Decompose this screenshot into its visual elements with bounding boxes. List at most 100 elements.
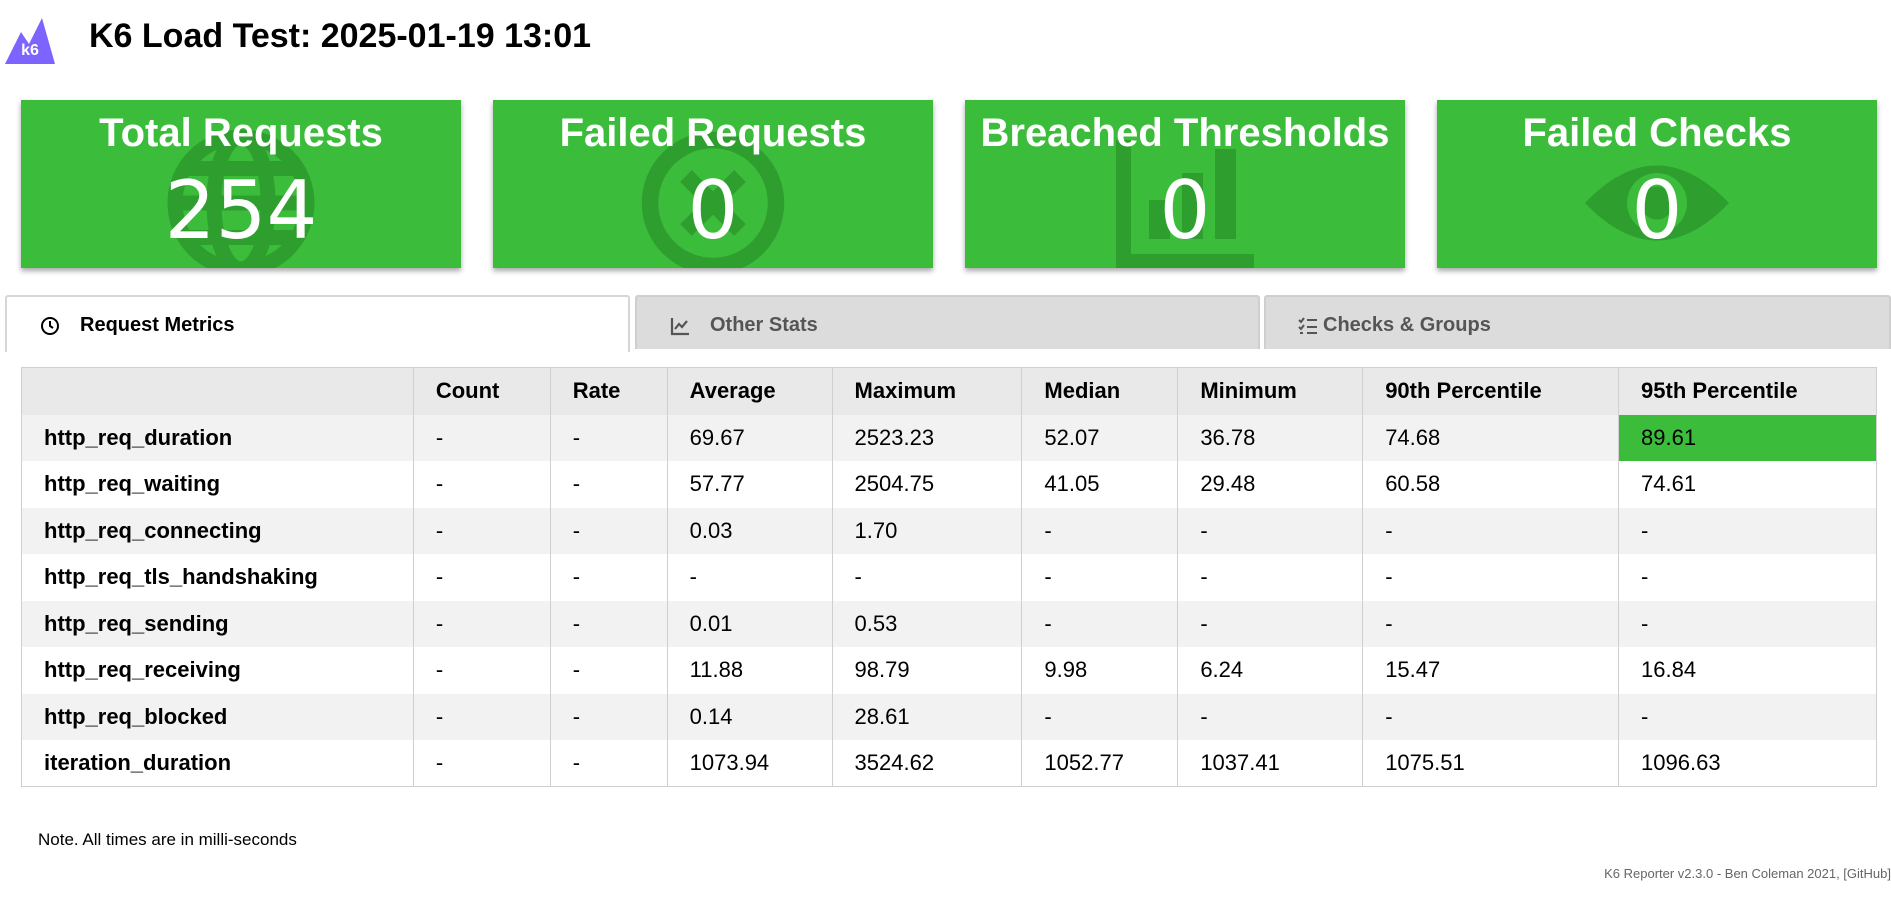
metric-value-cell: 3524.62 <box>831 740 1022 787</box>
metric-value-cell: - <box>549 554 668 601</box>
request-metrics-table: Count Rate Average Maximum Median Minimu… <box>21 367 1877 787</box>
metric-value-cell: 1037.41 <box>1177 740 1363 787</box>
metric-value-cell: 98.79 <box>831 647 1022 694</box>
table-header-row: Count Rate Average Maximum Median Minimu… <box>21 367 1877 415</box>
metric-value-cell: - <box>1618 600 1877 647</box>
table-row: http_req_blocked - -0.14 28.61- - - - <box>21 693 1877 740</box>
metric-value-cell: 1.70 <box>831 507 1022 554</box>
metric-value-cell: 1073.94 <box>666 740 833 787</box>
card-value: 0 <box>1159 164 1211 257</box>
column-header: 90th Percentile <box>1362 367 1619 415</box>
column-header: Maximum <box>831 367 1022 415</box>
metric-value-cell: 36.78 <box>1177 414 1363 461</box>
tab-bar: Request Metrics Other Stats Checks & Gro… <box>5 295 1891 352</box>
metric-value-cell: 28.61 <box>831 693 1022 740</box>
tab-checks-groups[interactable]: Checks & Groups <box>1264 295 1891 349</box>
metric-value-cell: 16.84 <box>1618 647 1877 694</box>
table-row: http_req_tls_handshaking - - - - - - - - <box>21 554 1877 601</box>
metric-value-cell: 1075.51 <box>1362 740 1619 787</box>
metric-value-cell: 0.03 <box>666 507 833 554</box>
metric-name-cell: http_req_receiving <box>44 657 241 683</box>
tab-request-metrics[interactable]: Request Metrics <box>5 295 630 352</box>
checklist-icon <box>1298 317 1317 334</box>
metric-value-cell: 29.48 <box>1177 461 1363 508</box>
metric-name-cell: iteration_duration <box>44 750 232 775</box>
tab-label: Checks & Groups <box>1323 314 1491 336</box>
metric-value-cell: 41.05 <box>1021 461 1178 508</box>
page-header: k6 K6 Load Test: 2025-01-19 13:01 <box>0 0 1891 80</box>
metric-value-cell: - <box>1618 693 1877 740</box>
metric-value-cell: 69.67 <box>666 414 833 461</box>
total-requests-card: Total Requests 254 <box>21 100 461 268</box>
failed-checks-card: Failed Checks 0 <box>1437 100 1877 268</box>
metric-name-cell: http_req_blocked <box>44 703 228 729</box>
metric-value-cell: - <box>1021 600 1178 647</box>
metric-value-cell: - <box>549 507 668 554</box>
metric-value-cell: - <box>1362 693 1619 740</box>
card-title: Failed Checks <box>1522 111 1792 155</box>
metric-value-cell: 60.58 <box>1362 461 1619 508</box>
metric-value-cell: 9.98 <box>1021 647 1178 694</box>
metric-value-cell: - <box>549 414 668 461</box>
table-row: http_req_waiting - -57.77 2504.75 41.05 29.48… <box>21 461 1877 508</box>
metric-value-cell: - <box>412 507 551 554</box>
metric-value-cell: 2504.75 <box>831 461 1022 508</box>
metric-value-cell: 0.01 <box>666 600 833 647</box>
metric-value-cell: - <box>549 740 668 787</box>
metric-value-cell: - <box>1021 507 1178 554</box>
card-title: Breached Thresholds <box>980 111 1390 155</box>
metric-value-cell: 2523.23 <box>831 414 1022 461</box>
tab-other-stats[interactable]: Other Stats <box>635 295 1260 349</box>
metric-name-cell: http_req_waiting <box>44 471 221 497</box>
metric-value-cell: - <box>412 740 551 787</box>
card-title: Failed Requests <box>559 111 867 155</box>
metric-value-cell: 0.14 <box>666 693 833 740</box>
metric-value-cell: 15.47 <box>1362 647 1619 694</box>
metric-value-cell: - <box>412 554 551 601</box>
card-value: 0 <box>687 164 739 257</box>
column-header: Count <box>412 367 551 415</box>
metric-value-cell: - <box>1021 554 1178 601</box>
metric-value-cell: - <box>1362 554 1619 601</box>
metric-value-cell: - <box>549 693 668 740</box>
breached-thresholds-card: Breached Thresholds 0 <box>965 100 1405 268</box>
metric-value-cell: - <box>666 554 833 601</box>
metric-value-cell: - <box>1618 554 1877 601</box>
metric-value-cell: - <box>1177 507 1363 554</box>
metric-name-cell: http_req_tls_handshaking <box>44 564 318 590</box>
svg-text:k6: k6 <box>21 42 39 59</box>
metric-value-cell: 89.61 <box>1618 414 1877 461</box>
metric-value-cell: 6.24 <box>1177 647 1363 694</box>
metric-value-cell: 52.07 <box>1021 414 1178 461</box>
card-value: 0 <box>1631 164 1683 257</box>
clock-icon <box>41 317 59 335</box>
table-row: iteration_duration - -1073.94 3524.62 1052.7… <box>21 740 1877 787</box>
times-note: Note. All times are in milli-seconds <box>38 830 297 849</box>
metric-value-cell: - <box>412 600 551 647</box>
tab-label: Other Stats <box>710 314 818 336</box>
footer-credit: K6 Reporter v2.3.0 - Ben Coleman 2021, [… <box>1604 866 1891 881</box>
column-header: 95th Percentile <box>1618 367 1877 415</box>
table-row: http_req_receiving - -11.88 98.79 9.98 6.24 15… <box>21 647 1877 694</box>
metric-value-cell: 57.77 <box>666 461 833 508</box>
metric-value-cell: - <box>1177 554 1363 601</box>
metric-value-cell: - <box>1177 693 1363 740</box>
card-value: 254 <box>164 164 318 257</box>
metric-value-cell: - <box>412 693 551 740</box>
metric-value-cell: - <box>1362 507 1619 554</box>
column-header: Average <box>666 367 833 415</box>
summary-cards: Total Requests 254 Failed Requests 0 Bre… <box>21 100 1881 268</box>
metric-value-cell: 1096.63 <box>1618 740 1877 787</box>
metric-value-cell: - <box>549 600 668 647</box>
metric-name-cell: http_req_sending <box>44 610 229 636</box>
failed-requests-card: Failed Requests 0 <box>493 100 933 268</box>
metric-value-cell: 0.53 <box>831 600 1022 647</box>
metric-value-cell: - <box>549 461 668 508</box>
k6-logo: k6 <box>5 18 55 64</box>
metric-name-cell: http_req_duration <box>44 424 233 450</box>
metric-value-cell: 74.61 <box>1618 461 1877 508</box>
metric-value-cell: 11.88 <box>666 647 833 694</box>
metric-value-cell: - <box>1177 600 1363 647</box>
column-header: Median <box>1021 367 1178 415</box>
metric-value-cell: - <box>412 647 551 694</box>
